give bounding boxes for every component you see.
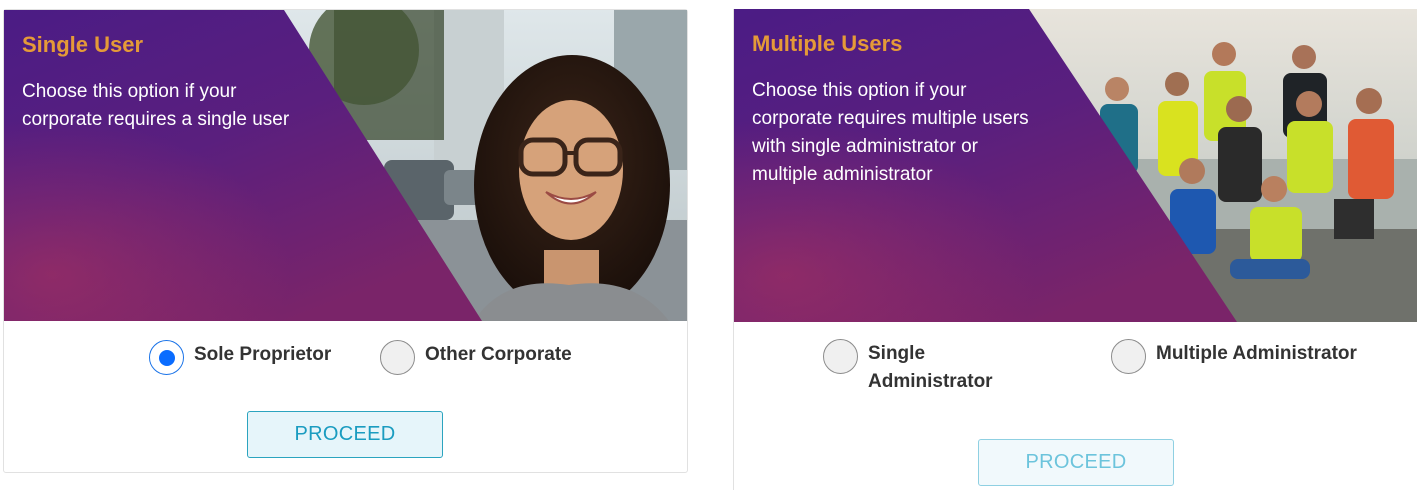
sole-proprietor-label: Sole Proprietor	[194, 344, 332, 365]
sole-proprietor-radio-option[interactable]: Sole Proprietor	[149, 340, 331, 375]
multiple-users-title: Multiple Users	[752, 31, 903, 56]
multiple-administrator-radio[interactable]	[1111, 339, 1146, 374]
other-corporate-label: Other Corporate	[425, 344, 572, 365]
multiple-users-banner: Multiple Users Choose this option if you…	[734, 9, 1417, 322]
single-administrator-radio-option[interactable]: Single Administrator	[823, 339, 993, 396]
description-line: corporate requires multiple users	[752, 108, 1029, 129]
single-user-banner: Single User Choose this option if your c…	[4, 10, 687, 321]
description-line: multiple administrator	[752, 164, 933, 185]
multiple-users-description: Choose this option if your corporate req…	[752, 77, 1029, 189]
description-line: Choose this option if your	[22, 81, 237, 102]
multiple-users-card: Multiple Users Choose this option if you…	[733, 9, 1417, 490]
label-line: Administrator	[868, 371, 993, 392]
single-user-proceed-button[interactable]: PROCEED	[247, 411, 443, 458]
other-corporate-radio[interactable]	[380, 340, 415, 375]
multiple-users-proceed-button[interactable]: PROCEED	[978, 439, 1174, 486]
single-administrator-label: Single Administrator	[868, 340, 993, 396]
description-line: with single administrator or	[752, 136, 978, 157]
label-line: Single	[868, 343, 926, 364]
single-user-description: Choose this option if your corporate req…	[22, 78, 289, 134]
single-user-title: Single User	[22, 32, 144, 57]
sole-proprietor-radio[interactable]	[149, 340, 184, 375]
description-line: Choose this option if your	[752, 80, 967, 101]
description-line: corporate requires a single user	[22, 109, 290, 130]
multiple-administrator-radio-option[interactable]: Multiple Administrator	[1111, 339, 1357, 374]
multiple-administrator-label: Multiple Administrator	[1156, 343, 1357, 364]
other-corporate-radio-option[interactable]: Other Corporate	[380, 340, 572, 375]
single-user-card: Single User Choose this option if your c…	[3, 9, 688, 473]
single-administrator-radio[interactable]	[823, 339, 858, 374]
